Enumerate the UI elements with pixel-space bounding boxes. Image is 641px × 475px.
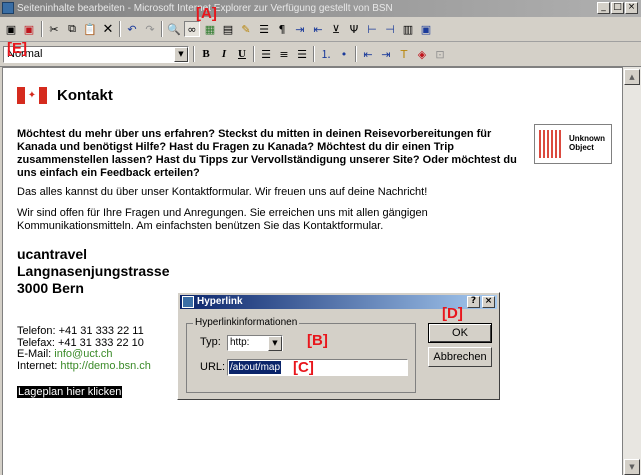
editor-document[interactable]: ✦ Kontakt Möchtest du mehr über uns erfa… bbox=[2, 67, 623, 475]
italic-button[interactable]: I bbox=[216, 46, 232, 62]
insert-column-icon[interactable]: Ψ bbox=[346, 21, 362, 37]
insert-row-icon[interactable]: ⊻ bbox=[328, 21, 344, 37]
increase-indent-icon[interactable]: ⇥ bbox=[378, 46, 394, 62]
hyperlink-info-group bbox=[186, 323, 416, 393]
undo-icon[interactable]: ↶ bbox=[124, 21, 140, 37]
toolbar-separator bbox=[41, 21, 43, 37]
hyperlink-dialog: Hyperlink ? × Hyperlinkinformationen Typ… bbox=[177, 292, 500, 400]
marker-b: [B] bbox=[307, 332, 328, 349]
minimize-button[interactable]: _ bbox=[597, 2, 610, 14]
highlight-icon[interactable]: ✎ bbox=[238, 21, 254, 37]
toolbar-separator bbox=[313, 46, 315, 62]
street: Langnasenjungstrasse bbox=[17, 263, 170, 279]
intro-paragraph: Möchtest du mehr über uns erfahren? Stec… bbox=[17, 128, 517, 179]
hyperlink-icon[interactable]: ∞ bbox=[184, 21, 200, 37]
window-title-bar: Seiteninhalte bearbeiten - Microsoft Int… bbox=[0, 0, 641, 17]
copy-icon[interactable]: ⧉ bbox=[64, 21, 80, 37]
marker-e: [E] bbox=[7, 40, 27, 57]
chevron-down-icon[interactable]: ▼ bbox=[268, 336, 282, 351]
lageplan-link-selected[interactable]: Lageplan hier klicken bbox=[17, 386, 123, 398]
city: 3000 Bern bbox=[17, 280, 84, 296]
format-toolbar: Normal ▼ B I U ☰ ≡ ☰ ⒈ • ⇤ ⇥ T ◈ ⊡ bbox=[0, 42, 641, 67]
marker-a: [A] bbox=[196, 5, 217, 22]
decrease-indent-icon[interactable]: ⇤ bbox=[360, 46, 376, 62]
unknown-object-label: Unknown Object bbox=[569, 134, 605, 152]
grid-icon[interactable]: ▥ bbox=[400, 21, 416, 37]
unknown-object-icon bbox=[539, 130, 563, 158]
find-icon[interactable]: 🔍 bbox=[166, 21, 182, 37]
properties-icon[interactable]: ⊡ bbox=[432, 46, 448, 62]
paragraph-icon[interactable]: ¶ bbox=[274, 21, 290, 37]
communication-paragraph: Wir sind offen für Ihre Fragen und Anreg… bbox=[17, 207, 428, 232]
image-icon[interactable]: ▦ bbox=[202, 21, 218, 37]
save-as-icon[interactable]: ▣ bbox=[21, 21, 37, 37]
text-color-icon[interactable]: T bbox=[396, 46, 412, 62]
bulleted-list-icon[interactable]: • bbox=[336, 46, 352, 62]
company-name: ucantravel bbox=[17, 246, 88, 262]
canada-flag-icon: ✦ bbox=[17, 87, 47, 104]
paste-icon[interactable]: 📋 bbox=[82, 21, 98, 37]
save-icon[interactable]: ▣ bbox=[3, 21, 19, 37]
marker-c: [C] bbox=[293, 359, 314, 376]
internet-link[interactable]: http://demo.bsn.ch bbox=[60, 360, 151, 372]
ie-app-icon bbox=[2, 2, 14, 14]
form-icon[interactable]: ▣ bbox=[418, 21, 434, 37]
main-toolbar: ▣ ▣ ✂ ⧉ 📋 ✕ ↶ ↷ 🔍 ∞ ▦ ▤ ✎ ☰ ¶ ⇥ ⇤ ⊻ Ψ ⊢ … bbox=[0, 17, 641, 42]
address-block: ucantravel Langnasenjungstrasse 3000 Ber… bbox=[17, 246, 170, 297]
paragraph-style-select[interactable]: Normal ▼ bbox=[3, 46, 189, 63]
group-label: Hyperlinkinformationen bbox=[193, 317, 300, 328]
email-label: E-Mail: bbox=[17, 348, 52, 360]
close-button[interactable]: × bbox=[625, 2, 638, 14]
numbered-list-icon[interactable]: ⒈ bbox=[318, 46, 334, 62]
maximize-button[interactable]: □ bbox=[611, 2, 624, 14]
underline-button[interactable]: U bbox=[234, 46, 250, 62]
outdent-icon[interactable]: ⇤ bbox=[310, 21, 326, 37]
url-value: /about/map bbox=[229, 361, 282, 374]
redo-icon[interactable]: ↷ bbox=[142, 21, 158, 37]
toolbar-separator bbox=[161, 21, 163, 37]
unknown-object-placeholder[interactable]: Unknown Object bbox=[534, 124, 612, 164]
vertical-scrollbar[interactable]: ▲ ▼ bbox=[623, 67, 641, 475]
list-box-icon[interactable]: ☰ bbox=[256, 21, 272, 37]
split-cell-icon[interactable]: ⊢ bbox=[364, 21, 380, 37]
type-value: http: bbox=[230, 337, 250, 348]
align-center-icon[interactable]: ≡ bbox=[276, 46, 292, 62]
dialog-close-button[interactable]: × bbox=[482, 296, 495, 308]
type-select[interactable]: http: ▼ bbox=[227, 335, 283, 351]
cut-icon[interactable]: ✂ bbox=[46, 21, 62, 37]
toolbar-separator bbox=[253, 46, 255, 62]
cancel-button[interactable]: Abbrechen bbox=[428, 347, 492, 367]
type-label: Typ: bbox=[200, 336, 221, 348]
delete-icon[interactable]: ✕ bbox=[100, 21, 116, 37]
email-link[interactable]: info@uct.ch bbox=[54, 348, 112, 360]
align-left-icon[interactable]: ☰ bbox=[258, 46, 274, 62]
marker-d: [D] bbox=[442, 305, 463, 322]
indent-icon[interactable]: ⇥ bbox=[292, 21, 308, 37]
internet-label: Internet: bbox=[17, 359, 58, 372]
hyperlink-dialog-icon bbox=[182, 296, 194, 308]
background-color-icon[interactable]: ◈ bbox=[414, 46, 430, 62]
toolbar-separator bbox=[119, 21, 121, 37]
url-label: URL: bbox=[200, 361, 226, 373]
dialog-help-button[interactable]: ? bbox=[467, 296, 480, 308]
merge-cell-icon[interactable]: ⊣ bbox=[382, 21, 398, 37]
toolbar-separator bbox=[355, 46, 357, 62]
scroll-down-icon[interactable]: ▼ bbox=[624, 459, 640, 475]
scroll-up-icon[interactable]: ▲ bbox=[624, 69, 640, 85]
chevron-down-icon[interactable]: ▼ bbox=[174, 47, 188, 62]
table-icon[interactable]: ▤ bbox=[220, 21, 236, 37]
ok-button[interactable]: OK bbox=[428, 323, 492, 343]
phone-line: Telefon: +41 31 333 22 11 bbox=[17, 325, 144, 337]
toolbar-separator bbox=[193, 46, 195, 62]
align-right-icon[interactable]: ☰ bbox=[294, 46, 310, 62]
contact-details: Telefon: +41 31 333 22 11 Telefax: +41 3… bbox=[17, 325, 151, 373]
dialog-title: Hyperlink bbox=[197, 296, 243, 307]
page-title: Kontakt bbox=[57, 87, 113, 104]
internet-line: Internet: http://demo.bsn.ch bbox=[17, 359, 151, 373]
bold-button[interactable]: B bbox=[198, 46, 214, 62]
contact-form-paragraph: Das alles kannst du über unser Kontaktfo… bbox=[17, 186, 428, 198]
